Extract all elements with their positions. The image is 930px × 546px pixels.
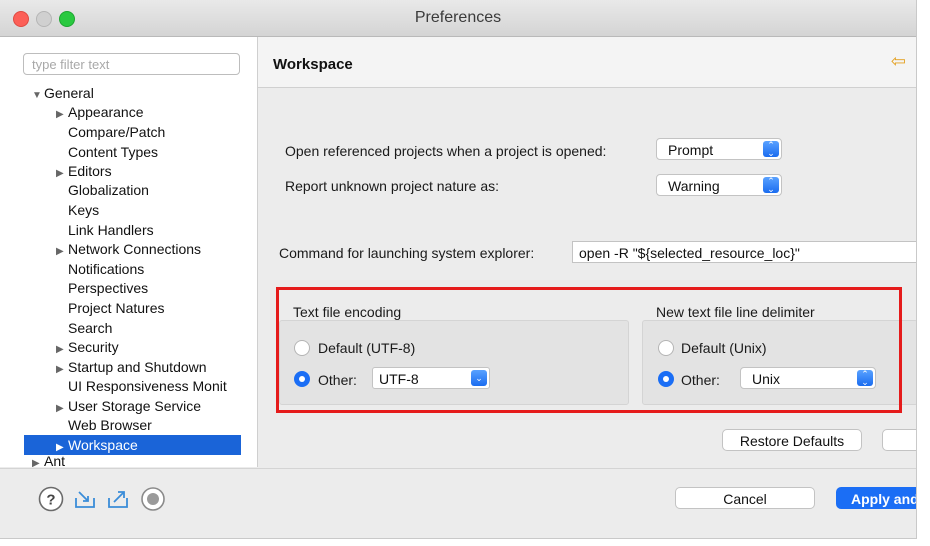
tree-item-label: Appearance [68, 104, 144, 120]
combo-value: UTF-8 [379, 371, 419, 387]
tree-item-label: Compare/Patch [68, 124, 166, 140]
import-icon[interactable] [72, 486, 98, 512]
tree-item-label: User Storage Service [68, 398, 202, 414]
filter-input[interactable] [23, 53, 240, 75]
tree-item-network-connections[interactable]: ▶ Network Connections [56, 239, 201, 259]
report-unknown-select[interactable]: Warning ⌃ ⌄ [656, 174, 782, 196]
tree-item-label: Project Natures [68, 300, 165, 316]
tree-item-label: General [44, 85, 94, 101]
encoding-other-label: Other: [318, 372, 357, 388]
tree-item-ant[interactable]: ▶ Ant [32, 455, 65, 467]
dialog-footer: ? Cancel Apply and [0, 468, 916, 538]
tree-item-user-storage-service[interactable]: ▶ User Storage Service [56, 396, 201, 416]
line-delimiter-other-radio[interactable] [658, 371, 674, 387]
line-delimiter-default-radio[interactable] [658, 340, 674, 356]
tree-item-label: Search [68, 320, 113, 336]
help-icon[interactable]: ? [38, 486, 64, 512]
encoding-group-title: Text file encoding [293, 304, 402, 320]
tree-item-project-natures[interactable]: Project Natures [56, 298, 164, 318]
tree-item-label: Globalization [68, 182, 149, 198]
line-delimiter-group [642, 320, 916, 405]
preference-tree-panel: ▼General ▶Appearance Compare/Patch Conte… [0, 37, 258, 467]
chevron-down-icon[interactable]: ⌄ [471, 370, 487, 386]
tree-item-label: Ant [44, 455, 66, 467]
tree-item-label: Content Types [68, 144, 159, 160]
stepper-arrows-icon: ⌃ ⌄ [763, 177, 779, 194]
tree-item-label: Perspectives [68, 280, 149, 296]
preference-page: Workspace ⇦ Open referenced projects whe… [258, 37, 916, 467]
encoding-default-label: Default (UTF-8) [318, 340, 416, 356]
encoding-group [279, 320, 629, 405]
line-delimiter-select[interactable]: Unix ⌃ ⌄ [740, 367, 876, 389]
tree-item-web-browser[interactable]: Web Browser [56, 415, 152, 435]
encoding-other-radio[interactable] [294, 371, 310, 387]
tree-item-label: Editors [68, 163, 112, 179]
collapsed-twisty-icon[interactable]: ▶ [32, 458, 44, 467]
select-value: Warning [668, 178, 720, 194]
apply-and-close-button[interactable]: Apply and [836, 487, 916, 509]
line-delimiter-other-label: Other: [681, 372, 720, 388]
tree-item-label: Security [68, 339, 119, 355]
restore-defaults-button[interactable]: Restore Defaults [722, 429, 862, 451]
open-referenced-label: Open referenced projects when a project … [285, 143, 607, 159]
encoding-default-radio[interactable] [294, 340, 310, 356]
expanded-twisty-icon[interactable]: ▼ [32, 86, 44, 106]
tree-item-startup-and-shutdown[interactable]: ▶ Startup and Shutdown [56, 357, 207, 377]
line-delimiter-default-label: Default (Unix) [681, 340, 767, 356]
tree-item-label: Startup and Shutdown [68, 359, 207, 375]
tree-item-general[interactable]: ▼ General [32, 83, 94, 103]
tree-item-keys[interactable]: Keys [56, 200, 99, 220]
tree-item-label: UI Responsiveness Monit [68, 378, 227, 394]
export-icon[interactable] [105, 486, 131, 512]
tree-item-link-handlers[interactable]: Link Handlers [56, 220, 154, 240]
stepper-arrows-icon: ⌃ ⌄ [763, 141, 779, 158]
tree-item-ui-responsiveness[interactable]: UI Responsiveness Monit [56, 376, 227, 396]
tree-item-search[interactable]: Search [56, 318, 112, 338]
command-input[interactable]: open -R "${selected_resource_loc}" [572, 241, 916, 263]
tree-item-security[interactable]: ▶ Security [56, 337, 119, 357]
back-arrow-icon[interactable]: ⇦ [891, 51, 906, 72]
svg-text:?: ? [46, 492, 55, 509]
window-title: Preferences [414, 9, 502, 26]
tree-item-label: Link Handlers [68, 222, 154, 238]
tree-item-label: Web Browser [68, 417, 152, 433]
tree-item-compare-patch[interactable]: Compare/Patch [56, 122, 165, 142]
page-header: Workspace ⇦ [258, 37, 916, 88]
preferences-window: Preferences ▼General ▶Appearance Compare… [0, 0, 917, 539]
tree-item-label: Workspace [68, 437, 138, 453]
tree-item-workspace[interactable]: ▶ Workspace [24, 435, 241, 455]
tree-item-perspectives[interactable]: Perspectives [56, 278, 148, 298]
tree-item-label: Keys [68, 202, 100, 218]
line-delimiter-group-title: New text file line delimiter [656, 304, 815, 320]
tree-item-editors[interactable]: ▶ Editors [56, 161, 112, 181]
tree-item-notifications[interactable]: Notifications [56, 259, 144, 279]
tree-item-appearance[interactable]: ▶ Appearance [56, 102, 144, 122]
tree-item-globalization[interactable]: Globalization [56, 180, 149, 200]
cancel-button[interactable]: Cancel [675, 487, 815, 509]
encoding-combo[interactable]: UTF-8 ⌄ [372, 367, 490, 389]
tree-item-label: Notifications [68, 261, 145, 277]
report-unknown-label: Report unknown project nature as: [285, 178, 500, 194]
select-value: Unix [752, 371, 781, 387]
open-referenced-select[interactable]: Prompt ⌃ ⌄ [656, 138, 782, 160]
command-label: Command for launching system explorer: [279, 245, 535, 261]
record-icon[interactable] [140, 486, 166, 512]
stepper-arrows-icon: ⌃ ⌄ [857, 370, 873, 387]
tree-item-content-types[interactable]: Content Types [56, 142, 158, 162]
tree-item-label: Network Connections [68, 241, 202, 257]
page-title: Workspace [273, 56, 353, 73]
select-value: Prompt [668, 142, 714, 158]
title-bar[interactable]: Preferences [0, 0, 916, 37]
apply-button-partial[interactable] [882, 429, 916, 451]
